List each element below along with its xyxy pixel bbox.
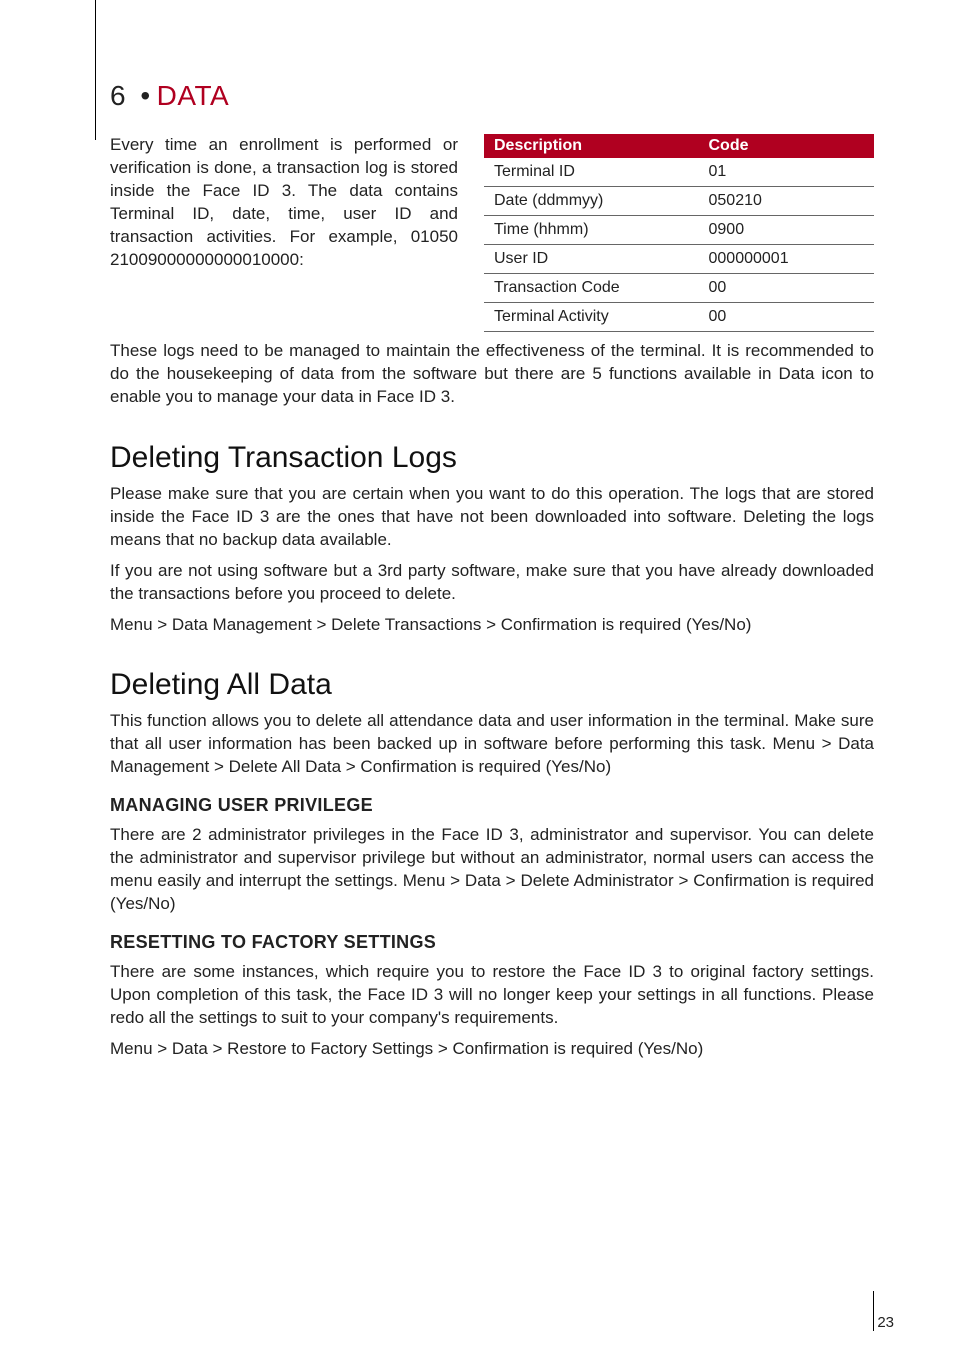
paragraph: Please make sure that you are certain wh… <box>110 483 874 552</box>
paragraph: Menu > Data Management > Delete Transact… <box>110 614 874 637</box>
page: 6 •DATA Every time an enrollment is perf… <box>0 0 954 1363</box>
paragraph: There are some instances, which require … <box>110 961 874 1030</box>
table-row: Terminal Activity00 <box>484 303 874 332</box>
codes-table: Description Code Terminal ID01 Date (ddm… <box>484 134 874 332</box>
chapter-number: 6 <box>110 80 126 111</box>
paragraph: Menu > Data > Restore to Factory Setting… <box>110 1038 874 1061</box>
section-heading-delete-all: Deleting All Data <box>110 668 874 702</box>
after-table-paragraph: These logs need to be managed to maintai… <box>110 340 874 409</box>
table-row: User ID000000001 <box>484 245 874 274</box>
paragraph: There are 2 administrator privileges in … <box>110 824 874 916</box>
intro-paragraph: Every time an enrollment is performed or… <box>110 134 458 272</box>
chapter-heading: 6 •DATA <box>110 80 874 112</box>
table-header-code: Code <box>699 134 875 158</box>
table-row: Transaction Code00 <box>484 274 874 303</box>
table-row: Date (ddmmyy)050210 <box>484 187 874 216</box>
table-row: Time (hhmm)0900 <box>484 216 874 245</box>
left-margin-rule <box>95 0 96 140</box>
paragraph: If you are not using software but a 3rd … <box>110 560 874 606</box>
table-header-description: Description <box>484 134 699 158</box>
page-number: 23 <box>877 1314 894 1331</box>
footer-rule <box>873 1291 874 1331</box>
section-heading-delete-logs: Deleting Transaction Logs <box>110 441 874 475</box>
subheading-privilege: MANAGING USER PRIVILEGE <box>110 795 874 816</box>
paragraph: This function allows you to delete all a… <box>110 710 874 779</box>
intro-row: Every time an enrollment is performed or… <box>110 134 874 332</box>
subheading-reset: RESETTING TO FACTORY SETTINGS <box>110 932 874 953</box>
table-row: Terminal ID01 <box>484 158 874 187</box>
chapter-title: DATA <box>157 80 230 111</box>
chapter-separator: • <box>134 80 156 111</box>
